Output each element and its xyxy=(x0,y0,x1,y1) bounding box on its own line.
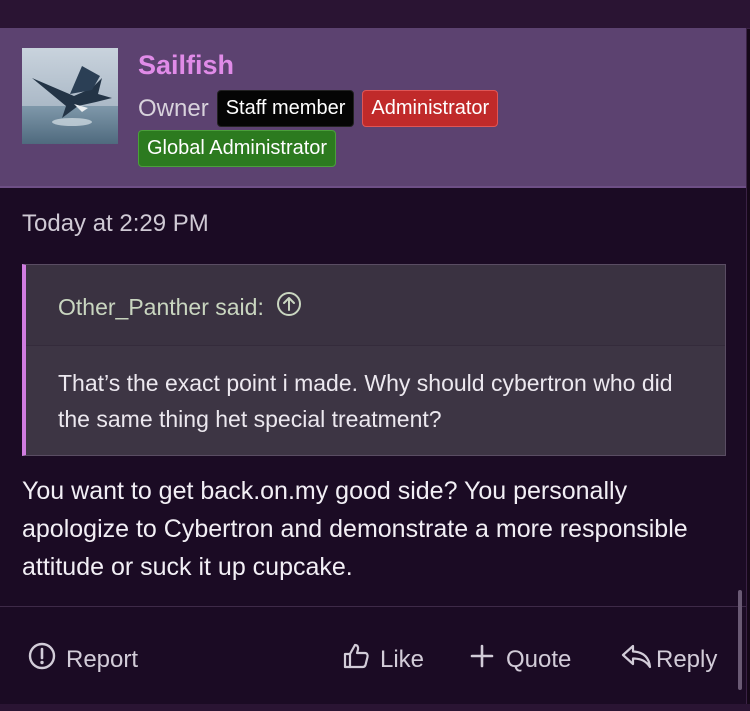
report-button[interactable]: Report xyxy=(28,642,138,677)
quote-header: Other_Panther said: xyxy=(26,265,725,346)
plus-icon xyxy=(468,642,496,677)
quote-label: Quote xyxy=(506,645,572,673)
author-role-row: Owner Staff member Administrator xyxy=(138,90,499,127)
author-username[interactable]: Sailfish xyxy=(138,50,234,81)
quote-author-label: Other_Panther said: xyxy=(58,293,264,320)
like-label: Like xyxy=(380,645,425,673)
post-actions-bar: Report Like Quote Reply xyxy=(0,632,746,688)
quote-author-link[interactable]: Other_Panther said: xyxy=(58,291,302,323)
post-timestamp[interactable]: Today at 2:29 PM xyxy=(22,210,209,238)
forum-page: Sailfish Owner Staff member Administrato… xyxy=(0,0,750,711)
exclamation-circle-icon xyxy=(28,642,56,677)
next-post-edge xyxy=(0,704,750,711)
forum-post: Sailfish Owner Staff member Administrato… xyxy=(0,28,747,704)
quote-button[interactable]: Quote xyxy=(468,642,571,677)
reply-label: Reply xyxy=(656,645,718,673)
post-message: You want to get back.on.my good side? Yo… xyxy=(22,477,688,581)
staff-member-badge[interactable]: Staff member xyxy=(216,90,355,127)
author-title: Owner xyxy=(138,94,209,122)
administrator-badge[interactable]: Administrator xyxy=(362,90,499,127)
previous-post-edge xyxy=(0,0,750,29)
quote-text: That’s the exact point i made. Why shoul… xyxy=(58,370,673,432)
report-label: Report xyxy=(66,645,139,673)
thumbs-up-icon xyxy=(342,642,370,677)
reply-arrow-icon xyxy=(620,642,652,677)
actions-divider xyxy=(0,606,746,607)
like-button[interactable]: Like xyxy=(342,642,424,677)
arrow-up-circle-icon[interactable] xyxy=(276,291,302,323)
global-administrator-badge[interactable]: Global Administrator xyxy=(138,130,337,167)
post-author-header: Sailfish Owner Staff member Administrato… xyxy=(0,28,746,188)
quote-block: Other_Panther said: That’s the exact poi… xyxy=(22,264,726,456)
author-role-row-2: Global Administrator xyxy=(138,130,337,167)
reply-button[interactable]: Reply xyxy=(620,642,717,677)
author-avatar[interactable] xyxy=(22,48,118,144)
page-scrollbar[interactable] xyxy=(738,590,742,690)
